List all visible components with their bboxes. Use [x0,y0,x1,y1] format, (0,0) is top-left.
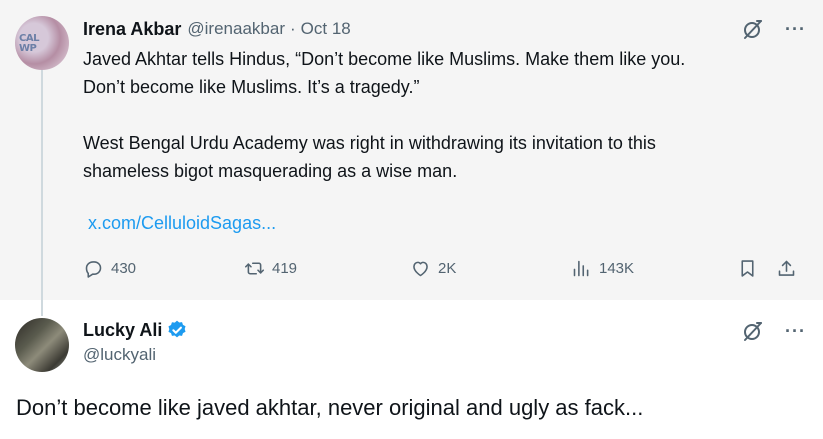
reply-author-name[interactable]: Lucky Ali [83,320,162,341]
grok-icon[interactable] [741,17,765,41]
reply-count: 430 [111,260,137,277]
quoted-tweet-text: Javed Akhtar tells Hindus, “Don’t become… [83,45,813,185]
avatar-lucky-ali[interactable] [15,318,69,372]
reply-icon [85,261,102,278]
author-handle[interactable]: @irenaakbar [187,19,285,38]
meta-separator: · [289,19,296,38]
reply-tweet-header: Lucky Ali [83,318,188,342]
paragraph-2-line-1: West Bengal Urdu Academy was right in wi… [83,133,656,153]
verified-icon [168,320,186,338]
author-meta: @irenaakbar · Oct 18 [187,19,350,39]
quoted-tweet-top-actions: ··· [741,17,806,41]
reply-tweet-top-actions: ··· [741,319,806,343]
tweet-date[interactable]: Oct 18 [301,19,351,38]
reply-button[interactable]: 430 [83,258,136,279]
reply-tweet-text: Don’t become like javed akhtar, never or… [16,395,644,420]
views-icon [573,260,589,277]
avatar-logo-text: CAL WP [19,33,39,54]
repost-button[interactable]: 419 [244,258,297,279]
reply-author-handle[interactable]: @luckyali [83,345,156,365]
bookmark-button[interactable] [737,258,758,279]
paragraph-1-line-1: Javed Akhtar tells Hindus, “Don’t become… [83,49,686,69]
views-count: 143K [599,260,635,277]
bookmark-icon [741,260,754,277]
views-button[interactable]: 143K [571,258,634,279]
quoted-tweet-header: Irena Akbar @irenaakbar · Oct 18 [83,18,351,40]
repost-count: 419 [272,260,298,277]
more-icon[interactable]: ··· [785,321,806,342]
like-icon [413,261,428,277]
share-button[interactable] [776,258,797,279]
share-icon [778,260,795,276]
author-name[interactable]: Irena Akbar [83,19,181,40]
grok-icon[interactable] [741,319,765,343]
paragraph-2-line-2: shameless bigot masquerading as a wise m… [83,161,458,181]
like-count: 2K [438,260,457,277]
more-icon[interactable]: ··· [785,19,806,40]
like-button[interactable]: 2K [410,258,456,279]
tweet-action-bar: 430 419 2K 143K [83,258,803,284]
external-link[interactable]: x.com/CelluloidSagas... [88,213,276,234]
thread-connector-line [41,68,43,316]
paragraph-1-line-2: Don’t become like Muslims. It’s a traged… [83,77,420,97]
avatar-irena-akbar[interactable]: CAL WP [15,16,69,70]
repost-icon [244,262,265,275]
